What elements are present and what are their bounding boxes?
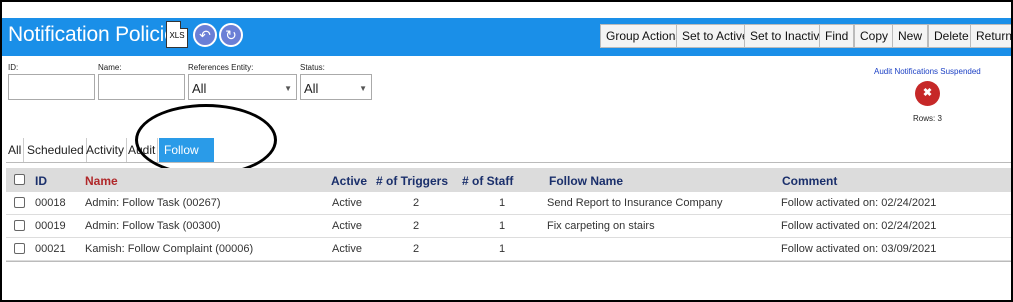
table-bottom-border (6, 261, 1011, 262)
new-button[interactable]: New (892, 24, 929, 48)
select-all-checkbox[interactable] (14, 174, 25, 185)
set-to-active-button[interactable]: Set to Active (676, 24, 755, 48)
column-active[interactable]: Active (331, 174, 367, 188)
dropdown-caret-icon: ▼ (359, 84, 367, 93)
cell-name[interactable]: Kamish: Follow Complaint (00006) (85, 243, 253, 255)
cell-triggers: 2 (413, 220, 420, 232)
cell-follow-name: Send Report to Insurance Company (547, 197, 723, 209)
table-row[interactable]: 00019 Admin: Follow Task (00300) Active … (6, 215, 1011, 238)
copy-button[interactable]: Copy (854, 24, 895, 48)
cell-comment: Follow activated on: 03/09/2021 (781, 243, 937, 255)
back-arrow-icon[interactable]: ↶ (193, 23, 217, 47)
find-button[interactable]: Find (819, 24, 855, 48)
name-filter-label: Name: (98, 63, 122, 72)
row-checkbox[interactable] (14, 197, 25, 208)
row-checkbox[interactable] (14, 220, 25, 231)
cell-staff: 1 (499, 243, 506, 255)
cell-active: Active (332, 220, 362, 232)
column-comment[interactable]: Comment (782, 174, 837, 188)
app-window: Notification Policies XLS ↶ ↻ Group Acti… (0, 0, 1013, 302)
tab-divider (6, 162, 1011, 163)
column-triggers[interactable]: # of Triggers (376, 174, 448, 188)
dropdown-caret-icon: ▼ (284, 84, 292, 93)
group-actions-button[interactable]: Group Actions (600, 24, 688, 48)
table-header: ID Name Active # of Triggers # of Staff … (6, 168, 1011, 192)
status-filter-label: Status: (300, 63, 325, 72)
cell-triggers: 2 (413, 197, 420, 209)
audit-notifications-link[interactable]: Audit Notifications Suspended (874, 67, 981, 76)
cell-active: Active (332, 243, 362, 255)
id-filter-input[interactable] (8, 74, 95, 100)
cell-id: 00019 (35, 220, 66, 232)
column-id[interactable]: ID (35, 174, 47, 188)
tab-scheduled[interactable]: Scheduled (25, 138, 87, 162)
entity-filter-value: All (192, 81, 207, 96)
delete-button[interactable]: Delete (928, 24, 975, 48)
column-follow-name[interactable]: Follow Name (549, 174, 623, 188)
cell-staff: 1 (499, 197, 506, 209)
table-row[interactable]: 00018 Admin: Follow Task (00267) Active … (6, 192, 1011, 215)
cell-comment: Follow activated on: 02/24/2021 (781, 197, 937, 209)
id-filter-label: ID: (8, 63, 19, 72)
cell-name[interactable]: Admin: Follow Task (00267) (85, 197, 221, 209)
header-bar: Notification Policies XLS ↶ ↻ Group Acti… (2, 18, 1011, 56)
cell-triggers: 2 (413, 243, 420, 255)
tab-follow-updates[interactable]: Follow Updates (159, 138, 214, 181)
row-checkbox[interactable] (14, 243, 25, 254)
column-staff[interactable]: # of Staff (462, 174, 513, 188)
rows-count: Rows: 3 (913, 114, 942, 123)
tab-audit[interactable]: Audit (126, 138, 159, 162)
cell-active: Active (332, 197, 362, 209)
table-row[interactable]: 00021 Kamish: Follow Complaint (00006) A… (6, 238, 1011, 261)
cell-comment: Follow activated on: 02/24/2021 (781, 220, 937, 232)
cell-id: 00018 (35, 197, 66, 209)
page-title: Notification Policies (8, 23, 186, 46)
refresh-icon[interactable]: ↻ (219, 23, 243, 47)
cell-follow-name: Fix carpeting on stairs (547, 220, 655, 232)
entity-filter-label: References Entity: (188, 63, 254, 72)
cell-staff: 1 (499, 220, 506, 232)
tab-all[interactable]: All (6, 138, 25, 162)
entity-filter-select[interactable]: All ▼ (188, 74, 297, 100)
column-name[interactable]: Name (85, 174, 118, 188)
tab-activity[interactable]: Activity (84, 138, 128, 162)
name-filter-input[interactable] (98, 74, 185, 100)
cell-name[interactable]: Admin: Follow Task (00300) (85, 220, 221, 232)
status-filter-select[interactable]: All ▼ (300, 74, 372, 100)
status-filter-value: All (304, 81, 319, 96)
xls-export-icon[interactable]: XLS (166, 21, 188, 48)
cell-id: 00021 (35, 243, 66, 255)
return-button[interactable]: Return (970, 24, 1011, 48)
mute-speaker-icon[interactable]: ✖ (915, 81, 940, 106)
